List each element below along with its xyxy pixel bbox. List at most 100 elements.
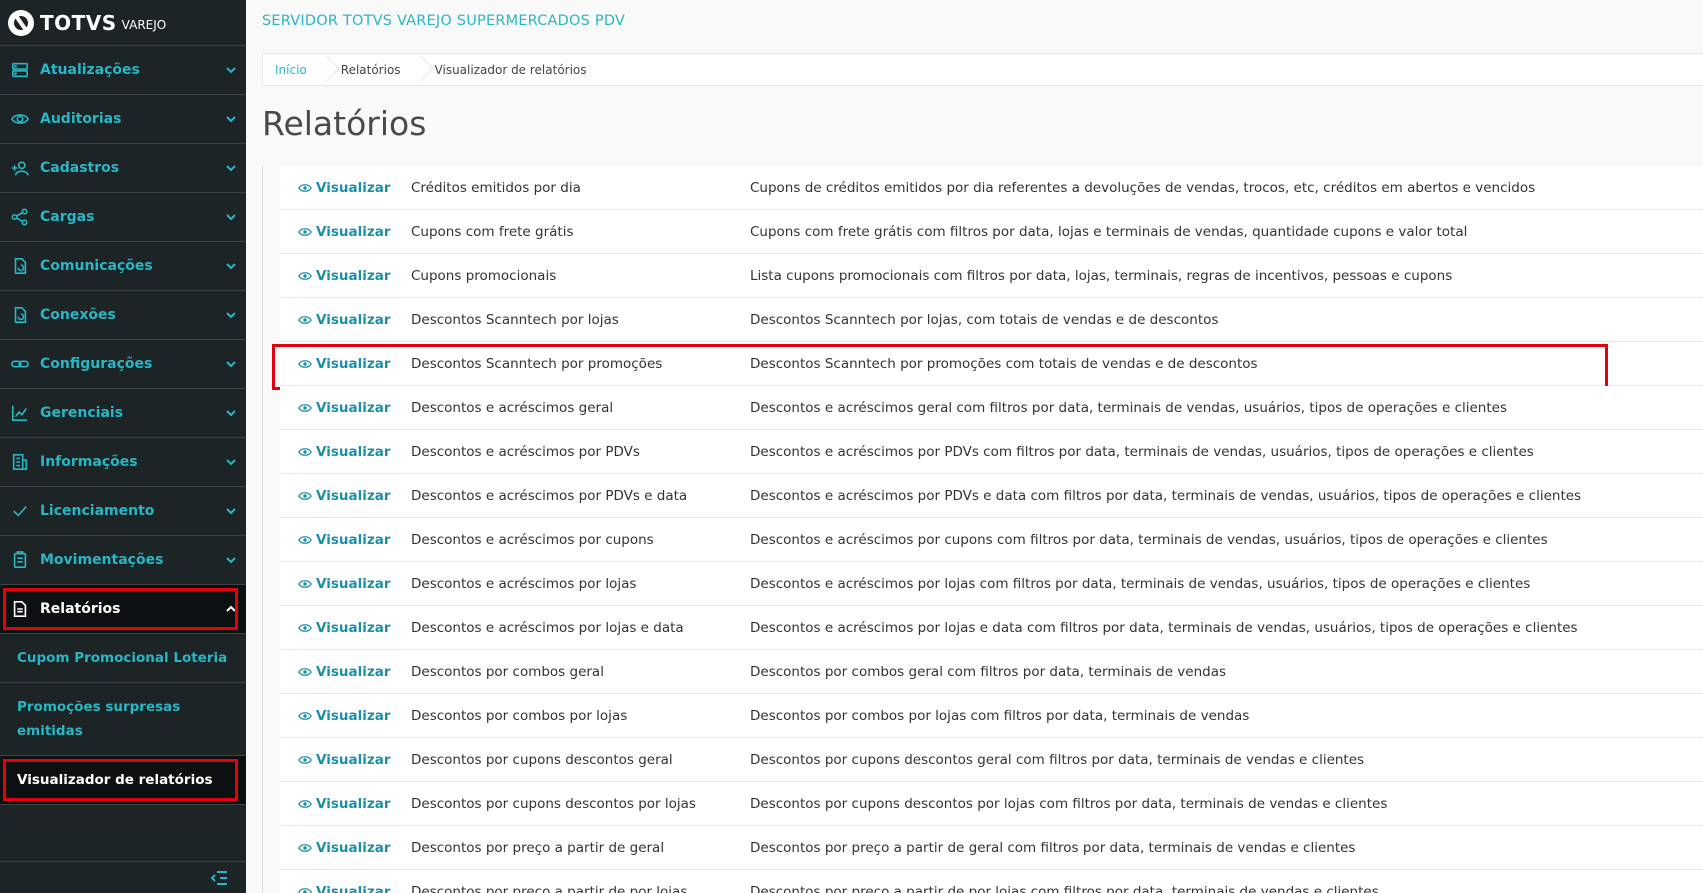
sidebar-item-label: Relatórios bbox=[40, 601, 121, 617]
sidebar-item-label: Atualizações bbox=[40, 62, 140, 78]
sidebar-item-configuracoes[interactable]: Configurações bbox=[0, 340, 246, 389]
view-report-button[interactable]: Visualizar bbox=[280, 620, 409, 636]
report-name: Descontos e acréscimos por lojas e data bbox=[411, 619, 684, 636]
view-report-button[interactable]: Visualizar bbox=[280, 664, 409, 680]
sidebar: TOTVS VAREJO Atualizações Auditorias Cad… bbox=[0, 0, 246, 893]
table-row: Visualizar Descontos e acréscimos por PDV… bbox=[280, 474, 1703, 518]
sidebar-item-comunicacoes[interactable]: Comunicações bbox=[0, 242, 246, 291]
report-description: Descontos e acréscimos por PDVs e data c… bbox=[750, 487, 1582, 504]
report-name: Descontos Scanntech por promoções bbox=[411, 355, 663, 372]
sidebar-item-gerenciais[interactable]: Gerenciais bbox=[0, 389, 246, 438]
report-name: Descontos e acréscimos por PDVs bbox=[411, 443, 640, 460]
report-description: Descontos por cupons descontos geral com… bbox=[750, 751, 1365, 768]
view-report-button[interactable]: Visualizar bbox=[280, 532, 409, 548]
check-icon bbox=[0, 502, 40, 520]
report-description: Cupons de créditos emitidos por dia refe… bbox=[750, 179, 1536, 196]
table-row: Visualizar Cupons promocionais Lista cupon… bbox=[280, 254, 1703, 298]
subitem-cupom-promocional-loteria[interactable]: Cupom Promocional Loteria bbox=[0, 634, 246, 683]
subitem-promocoes-surpresas[interactable]: Promoções surpresas emitidas bbox=[0, 683, 246, 756]
breadcrumb-relatorios[interactable]: Relatórios bbox=[329, 54, 413, 85]
sidebar-item-cadastros[interactable]: Cadastros bbox=[0, 144, 246, 193]
eye-icon bbox=[298, 579, 316, 589]
view-report-button[interactable]: Visualizar bbox=[280, 400, 409, 416]
building-icon bbox=[0, 453, 40, 471]
collapse-sidebar-button[interactable] bbox=[0, 861, 246, 893]
server-title: SERVIDOR TOTVS VAREJO SUPERMERCADOS PDV bbox=[262, 13, 626, 29]
report-name: Descontos por preço a partir de geral bbox=[411, 839, 665, 856]
view-label: Visualizar bbox=[316, 575, 391, 592]
eye-icon bbox=[298, 887, 316, 893]
collapse-menu-icon bbox=[210, 870, 227, 885]
view-label: Visualizar bbox=[316, 179, 391, 196]
eye-icon bbox=[298, 799, 316, 809]
eye-icon bbox=[298, 623, 316, 633]
report-list: Visualizar Créditos emitidos por dia Cupon… bbox=[262, 166, 1703, 893]
view-label: Visualizar bbox=[316, 619, 391, 636]
sidebar-item-relatorios[interactable]: Relatórios bbox=[0, 585, 246, 634]
subitem-visualizador-relatorios[interactable]: Visualizador de relatórios bbox=[0, 756, 246, 805]
report-name: Créditos emitidos por dia bbox=[411, 179, 581, 196]
sidebar-item-movimentacoes[interactable]: Movimentações bbox=[0, 536, 246, 585]
view-report-button[interactable]: Visualizar bbox=[280, 488, 409, 504]
chevron-down-icon bbox=[216, 505, 246, 517]
view-report-button[interactable]: Visualizar bbox=[280, 796, 409, 812]
report-icon bbox=[0, 600, 40, 618]
view-label: Visualizar bbox=[316, 355, 391, 372]
view-report-button[interactable]: Visualizar bbox=[280, 312, 409, 328]
view-report-button[interactable]: Visualizar bbox=[280, 884, 409, 893]
table-row: Visualizar Descontos Scanntech por lojas D… bbox=[280, 298, 1703, 342]
report-description: Descontos e acréscimos por lojas e data … bbox=[750, 619, 1578, 636]
eye-icon bbox=[298, 315, 316, 325]
link-icon bbox=[0, 355, 40, 373]
sidebar-item-auditorias[interactable]: Auditorias bbox=[0, 95, 246, 144]
sidebar-item-atualizacoes[interactable]: Atualizações bbox=[0, 46, 246, 95]
view-report-button[interactable]: Visualizar bbox=[280, 268, 409, 284]
report-name: Cupons promocionais bbox=[411, 267, 557, 284]
report-description: Descontos e acréscimos por cupons com fi… bbox=[750, 531, 1548, 548]
table-row: Visualizar Descontos Scanntech por promoç… bbox=[272, 342, 1703, 390]
report-description: Descontos e acréscimos por lojas com fil… bbox=[750, 575, 1531, 592]
sidebar-item-label: Configurações bbox=[40, 356, 153, 372]
table-row: Visualizar Descontos por cupons descontos… bbox=[280, 738, 1703, 782]
view-report-button[interactable]: Visualizar bbox=[280, 752, 409, 768]
report-name: Descontos por combos por lojas bbox=[411, 707, 628, 724]
eye-icon bbox=[0, 110, 40, 128]
view-report-button[interactable]: Visualizar bbox=[280, 576, 409, 592]
view-report-button[interactable]: Visualizar bbox=[280, 444, 409, 460]
eye-icon bbox=[298, 667, 316, 677]
view-report-button[interactable]: Visualizar bbox=[280, 180, 409, 196]
sidebar-item-label: Gerenciais bbox=[40, 405, 124, 421]
view-label: Visualizar bbox=[316, 663, 391, 680]
sidebar-item-licenciamento[interactable]: Licenciamento bbox=[0, 487, 246, 536]
table-row: Visualizar Descontos e acréscimos por cup… bbox=[280, 518, 1703, 562]
view-label: Visualizar bbox=[316, 751, 391, 768]
sidebar-item-conexoes[interactable]: Conexões bbox=[0, 291, 246, 340]
chevron-down-icon bbox=[216, 211, 246, 223]
table-row: Visualizar Descontos por combos por lojas… bbox=[280, 694, 1703, 738]
brand-logo[interactable]: TOTVS VAREJO bbox=[0, 0, 246, 46]
eye-icon bbox=[298, 359, 316, 369]
sidebar-item-label: Cargas bbox=[40, 209, 95, 225]
view-report-button[interactable]: Visualizar bbox=[280, 356, 409, 372]
report-name: Descontos e acréscimos geral bbox=[411, 399, 614, 416]
report-name: Descontos e acréscimos por lojas bbox=[411, 575, 637, 592]
sidebar-item-cargas[interactable]: Cargas bbox=[0, 193, 246, 242]
view-label: Visualizar bbox=[316, 267, 391, 284]
table-row: Visualizar Descontos e acréscimos por loj… bbox=[280, 562, 1703, 606]
view-report-button[interactable]: Visualizar bbox=[280, 708, 409, 724]
eye-icon bbox=[298, 447, 316, 457]
report-name: Descontos e acréscimos por PDVs e data bbox=[411, 487, 688, 504]
brand-sub: VAREJO bbox=[121, 17, 167, 32]
view-label: Visualizar bbox=[316, 839, 391, 856]
chevron-down-icon bbox=[216, 260, 246, 272]
breadcrumb-inicio[interactable]: Início bbox=[263, 54, 319, 85]
breadcrumb-separator bbox=[319, 53, 329, 86]
eye-icon bbox=[298, 711, 316, 721]
sidebar-item-informacoes[interactable]: Informações bbox=[0, 438, 246, 487]
report-name: Descontos por combos geral bbox=[411, 663, 604, 680]
table-row: Visualizar Descontos por preço a partir d… bbox=[280, 826, 1703, 870]
view-report-button[interactable]: Visualizar bbox=[280, 224, 409, 240]
view-label: Visualizar bbox=[316, 531, 391, 548]
view-report-button[interactable]: Visualizar bbox=[280, 840, 409, 856]
report-name: Descontos por cupons descontos geral bbox=[411, 751, 673, 768]
